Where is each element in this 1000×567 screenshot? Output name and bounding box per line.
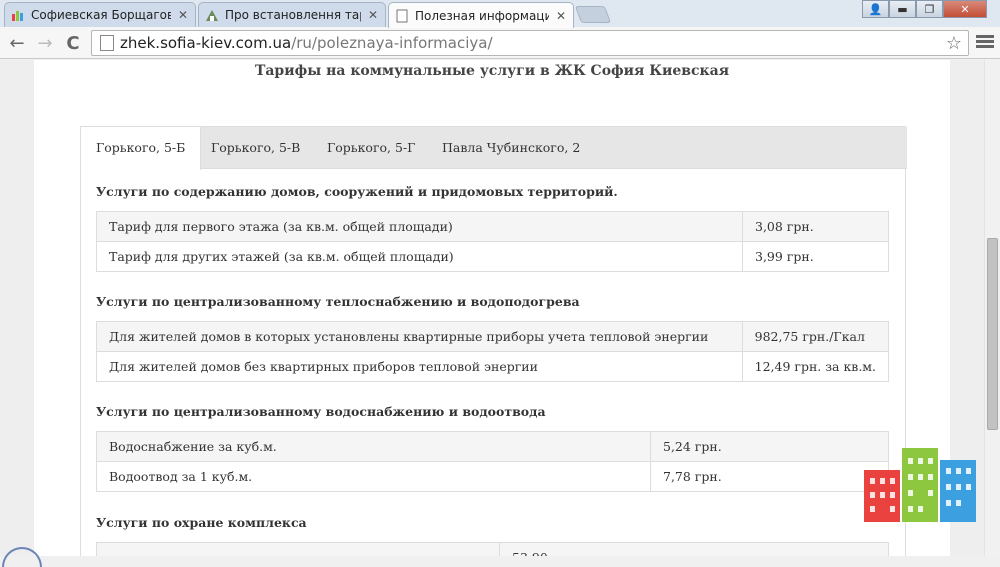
tariff-value: 982,75 грн./Гкал — [741, 321, 890, 352]
user-icon[interactable]: 👤 — [862, 0, 889, 18]
close-window-button[interactable]: ✕ — [943, 0, 987, 18]
tariff-value: 5,24 грн. — [650, 431, 889, 462]
tariff-label: Тариф для первого этажа (за кв.м. общей … — [96, 211, 743, 242]
close-tab-icon[interactable]: ✕ — [555, 9, 567, 23]
address-bar[interactable]: zhek.sofia-kiev.com.ua/ru/poleznaya-info… — [91, 30, 969, 56]
url-path: /ru/poleznaya-informaciya/ — [291, 34, 493, 52]
page-title: Тарифы на коммунальные услуги в ЖК София… — [254, 63, 730, 79]
page-favicon-icon — [396, 9, 408, 22]
table-row: 53,90 — [96, 542, 889, 556]
browser-tab-title: Софиевская Борщаговка — [31, 8, 171, 22]
tariff-table-security: 53,90 — [96, 542, 889, 556]
address-tabs-panel: Горького, 5-Б Горького, 5-В Горького, 5-… — [80, 126, 907, 556]
table-row: Водоотвод за 1 куб.м. 7,78 грн. — [96, 461, 889, 492]
vertical-scrollbar[interactable] — [984, 60, 1000, 556]
tab-pavla-chubinskogo-2[interactable]: Павла Чубинского, 2 — [427, 127, 595, 169]
logo-building-green — [902, 448, 938, 522]
tab-gorkogo-5g[interactable]: Горького, 5-Г — [312, 127, 430, 169]
maximize-button[interactable]: ❐ — [916, 0, 943, 18]
section-title-water: Услуги по централизованному водоснабжени… — [96, 404, 546, 419]
tariff-value: 53,90 — [499, 542, 889, 556]
table-row: Тариф для первого этажа (за кв.м. общей … — [96, 211, 889, 242]
page-viewport: Тарифы на коммунальные услуги в ЖК София… — [0, 60, 984, 556]
tariff-table-water: Водоснабжение за куб.м. 5,24 грн. Водоот… — [96, 431, 889, 492]
logo-building-red — [864, 470, 900, 522]
tariff-value: 3,08 грн. — [742, 211, 889, 242]
browser-tab-3-active[interactable]: Полезная информация | ✕ — [388, 2, 574, 28]
tariff-label: Тариф для других этажей (за кв.м. общей … — [96, 241, 743, 272]
tariff-value: 3,99 грн. — [742, 241, 889, 272]
reload-icon[interactable]: C — [61, 31, 85, 55]
table-row: Тариф для других этажей (за кв.м. общей … — [96, 241, 889, 272]
tariff-value: 12,49 грн. за кв.м. — [741, 351, 890, 382]
back-arrow-icon[interactable]: ← — [5, 31, 29, 55]
browser-tab-1[interactable]: Софиевская Борщаговка ✕ — [4, 2, 196, 27]
close-tab-icon[interactable]: ✕ — [367, 8, 379, 22]
section-title-heating: Услуги по централизованному теплоснабжен… — [96, 294, 580, 309]
minimize-button[interactable]: ▬ — [889, 0, 916, 18]
tariff-table-heating: Для жителей домов в которых установлены … — [96, 321, 890, 382]
buildings-logo-icon — [864, 448, 976, 522]
tariff-value: 7,78 грн. — [650, 461, 889, 492]
table-row: Для жителей домов в которых установлены … — [96, 321, 890, 352]
address-tabs-bar: Горького, 5-Б Горького, 5-В Горького, 5-… — [81, 127, 907, 170]
section-title-security: Услуги по охране комплекса — [96, 515, 307, 530]
building-favicon-icon — [206, 10, 218, 21]
bookmark-star-icon[interactable]: ☆ — [946, 33, 962, 54]
new-tab-button[interactable] — [574, 6, 612, 23]
tab-gorkogo-5b[interactable]: Горького, 5-Б — [81, 127, 202, 170]
close-tab-icon[interactable]: ✕ — [177, 8, 189, 22]
scrollbar-thumb[interactable] — [987, 238, 998, 430]
window-controls: 👤 ▬ ❐ ✕ — [862, 0, 987, 18]
tariff-label: Для жителей домов без квартирных приборо… — [96, 351, 743, 382]
table-row: Водоснабжение за куб.м. 5,24 грн. — [96, 431, 889, 462]
browser-toolbar: ← → C zhek.sofia-kiev.com.ua/ru/poleznay… — [0, 27, 1000, 59]
table-row: Для жителей домов без квартирных приборо… — [96, 351, 890, 382]
tariff-label — [96, 542, 500, 556]
menu-icon[interactable] — [976, 33, 994, 53]
bar-chart-favicon-icon — [12, 11, 23, 21]
browser-tab-2[interactable]: Про встановлення тариф ✕ — [198, 2, 386, 27]
forward-arrow-icon[interactable]: → — [33, 31, 57, 55]
browser-tab-strip: Софиевская Борщаговка ✕ Про встановлення… — [0, 0, 1000, 28]
logo-building-blue — [940, 460, 976, 522]
page-content: Тарифы на коммунальные услуги в ЖК София… — [34, 60, 950, 556]
page-icon — [100, 35, 114, 51]
url-host: zhek.sofia-kiev.com.ua — [120, 34, 292, 52]
url-text: zhek.sofia-kiev.com.ua/ru/poleznaya-info… — [120, 34, 493, 52]
section-title-maintenance: Услуги по содержанию домов, сооружений и… — [96, 184, 618, 199]
browser-tab-title: Полезная информация | — [415, 8, 549, 23]
tariff-label: Водоотвод за 1 куб.м. — [96, 461, 651, 492]
tariff-label: Для жителей домов в которых установлены … — [96, 321, 743, 352]
browser-tab-title: Про встановлення тариф — [225, 8, 361, 22]
tariff-label: Водоснабжение за куб.м. — [96, 431, 651, 462]
tab-gorkogo-5v[interactable]: Горького, 5-В — [196, 127, 315, 169]
tariff-table-maintenance: Тариф для первого этажа (за кв.м. общей … — [96, 211, 889, 272]
